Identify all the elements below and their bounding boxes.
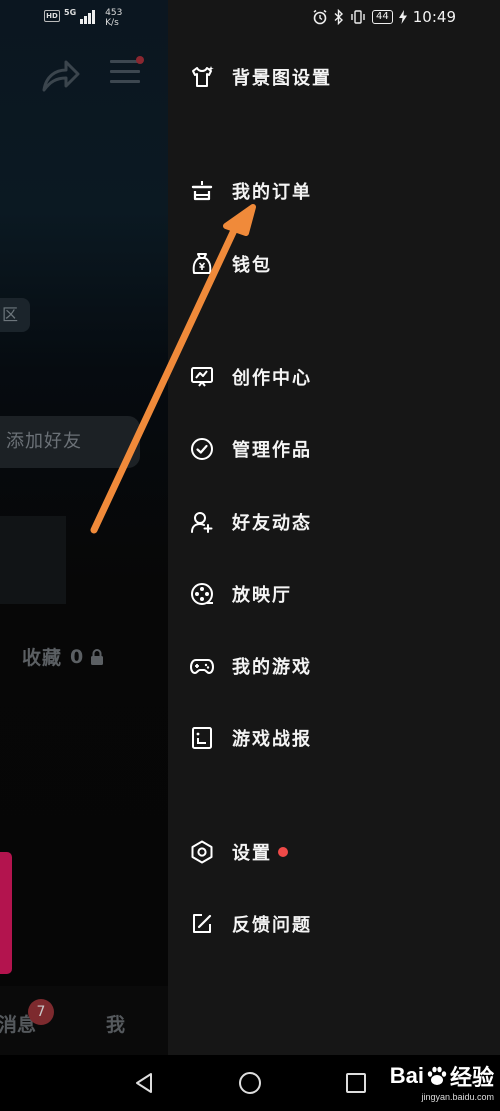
share-icon[interactable] [40,58,80,94]
menu-item-manage-works[interactable]: 管理作品 [190,431,312,467]
menu-item-creator-center[interactable]: 创作中心 [190,359,312,395]
charging-icon [398,10,407,24]
menu-label: 放映厅 [232,585,292,606]
creator-screen-icon [190,365,214,389]
check-circle-icon [190,437,214,461]
menu-label: 游戏战报 [232,729,312,750]
paw-icon [427,1066,447,1085]
region-tag: 区 [0,298,30,332]
order-box-icon [190,179,214,203]
menu-item-settings[interactable]: 设置 [190,834,288,870]
back-icon[interactable] [132,1071,156,1095]
promo-banner[interactable] [0,852,12,974]
watermark-brand: Bai [389,1063,424,1088]
profile-card [0,516,66,604]
menu-label: 好友动态 [232,513,312,534]
menu-label: 创作中心 [232,368,312,389]
network-speed-value: 453 [105,8,123,18]
menu-label: 管理作品 [232,440,312,461]
film-reel-icon [190,582,214,606]
menu-item-friend-feed[interactable]: 好友动态 [190,504,312,540]
status-bar: HD 5G 453 K/s 44 10:49 [0,0,500,36]
watermark-brand-suffix: 经验 [449,1065,494,1090]
wallet-bag-icon [190,252,214,276]
background-profile-page: 区 添加好友 收藏 0 消息 7 我 [0,0,168,1060]
baidu-jingyan-watermark: Bai 经验 jingyan.baidu.com [390,1060,494,1102]
menu-item-game-report[interactable]: 游戏战报 [190,720,312,756]
menu-label: 我的订单 [232,182,312,203]
network-type: 5G [64,8,77,17]
recents-icon[interactable] [344,1071,368,1095]
watermark-url: jingyan.baidu.com [421,1092,494,1102]
tshirt-sparkle-icon [190,65,214,89]
bluetooth-icon [334,9,344,25]
menu-item-feedback[interactable]: 反馈问题 [190,906,312,942]
home-icon[interactable] [238,1071,262,1095]
notification-dot [136,56,144,64]
collect-count: 0 [70,645,85,668]
menu-item-background-settings[interactable]: 背景图设置 [190,59,332,95]
collect-tab[interactable]: 收藏 0 [22,643,104,670]
messages-badge: 7 [28,999,54,1025]
settings-notification-dot [278,847,288,857]
menu-label: 钱包 [232,255,272,276]
menu-item-my-orders[interactable]: 我的订单 [190,173,312,209]
network-speed-unit: K/s [105,18,119,28]
collect-label: 收藏 [22,647,63,669]
menu-item-wallet[interactable]: 钱包 [190,246,272,282]
menu-label: 反馈问题 [232,915,312,936]
menu-label: 设置 [232,843,272,864]
hamburger-menu-icon[interactable] [110,56,144,88]
menu-item-screening-hall[interactable]: 放映厅 [190,576,292,612]
person-plus-icon [190,510,214,534]
feedback-edit-icon [190,912,214,936]
report-doc-icon [190,726,214,750]
hd-indicator: HD [44,10,60,22]
battery-level: 44 [372,10,393,24]
lock-icon [91,648,104,665]
add-friend-button[interactable]: 添加好友 [0,416,140,468]
network-speed: 453 K/s [105,8,122,28]
vibrate-icon [351,10,365,24]
menu-label: 我的游戏 [232,657,312,678]
menu-label: 背景图设置 [232,68,332,89]
menu-item-my-games[interactable]: 我的游戏 [190,648,312,684]
gamepad-icon [190,654,214,678]
clock: 10:49 [412,8,456,26]
settings-hexagon-icon [190,840,214,864]
alarm-icon [313,9,327,25]
tab-me[interactable]: 我 [106,1010,125,1037]
signal-strength-icon [80,10,96,24]
